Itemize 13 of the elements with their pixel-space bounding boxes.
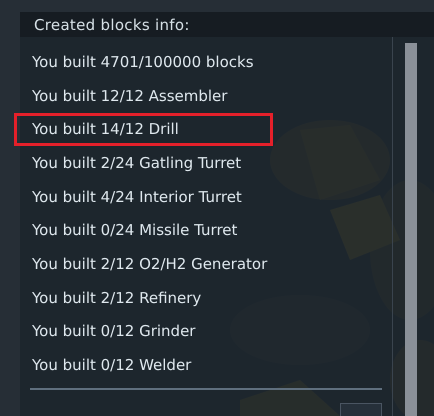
list-item: You built 14/12 Drill: [32, 120, 179, 138]
list-item: You built 2/12 Refinery: [32, 288, 202, 307]
corner-button[interactable]: [340, 403, 382, 416]
list-item: You built 4701/100000 blocks: [32, 52, 254, 71]
list-item: You built 0/12 Grinder: [32, 322, 196, 340]
list-item: You built 12/12 Assembler: [32, 86, 228, 105]
list-item: You built 2/12 O2/H2 Generator: [32, 255, 268, 274]
scrollbar[interactable]: [405, 43, 417, 416]
list-item: You built 4/24 Interior Turret: [32, 188, 242, 206]
panel-title: Created blocks info:: [34, 16, 190, 34]
list-item: You built 0/12 Welder: [32, 356, 192, 374]
list-item: You built 2/24 Gatling Turret: [32, 154, 242, 172]
list-item: You built 0/24 Missile Turret: [32, 221, 238, 240]
